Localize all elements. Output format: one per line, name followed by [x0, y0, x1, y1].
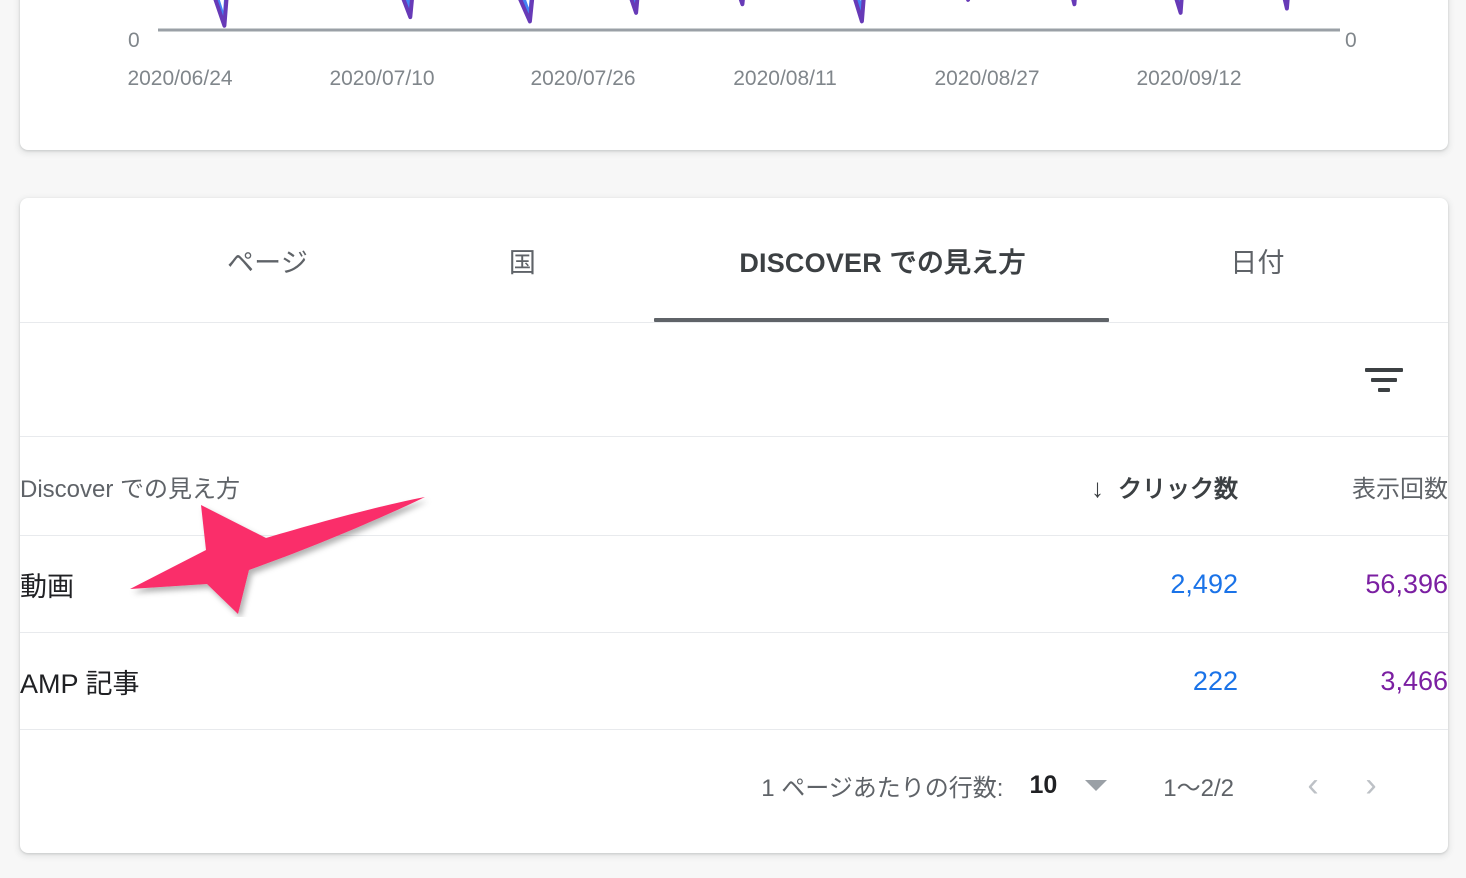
x-axis-tick-label: 2020/08/27 [934, 67, 1040, 90]
row-appearance-name[interactable]: 動画 [20, 535, 944, 633]
x-axis-tick-label: 2020/06/24 [127, 67, 233, 90]
tab-label: 日付 [1230, 247, 1285, 278]
chart-x-axis-ticks: 2020/06/24 2020/07/10 2020/07/26 2020/08/11… [20, 68, 1448, 98]
column-header-clicks-label: クリック数 [1117, 475, 1238, 503]
tab-countries[interactable]: 国 [415, 198, 630, 322]
chevron-down-icon[interactable] [1085, 779, 1108, 791]
tab-dates[interactable]: 日付 [1140, 198, 1375, 322]
performance-chart-card: 0 0 2020/06/24 2020/07/10 2020/07/26 2020/0… [20, 0, 1448, 150]
tab-label: 国 [508, 247, 537, 278]
row-clicks-value: 222 [943, 632, 1238, 730]
table-body: 動画 2,492 56,396 AMP 記事 222 3,466 [20, 535, 1448, 730]
tab-pages[interactable]: ページ [120, 198, 415, 322]
tab-label: ページ [226, 247, 309, 278]
column-header-clicks[interactable]: ↓ クリック数 [943, 437, 1238, 536]
series-line-clicks [215, 0, 1183, 24]
y-axis-zero-left: 0 [128, 29, 140, 52]
x-axis-tick-label: 2020/08/11 [733, 67, 837, 90]
discover-table-card: ページ 国 DISCOVER での見え方 日付 Discover での見え方 ↓ クリッ… [20, 198, 1448, 853]
column-header-impressions-label: 表示回数 [1352, 475, 1448, 503]
tab-label: DISCOVER での見え方 [739, 247, 1026, 278]
row-impressions-value: 56,396 [1237, 535, 1448, 633]
table-row[interactable]: AMP 記事 222 3,466 [20, 632, 1448, 730]
table-header: Discover での見え方 ↓ クリック数 表示回数 [20, 437, 1448, 536]
row-appearance-name[interactable]: AMP 記事 [20, 632, 944, 730]
table-pagination: 1 ページあたりの行数: 10 1〜2/2 ‹ › [20, 730, 1448, 840]
sort-descending-icon: ↓ [1090, 472, 1104, 503]
filter-bar-2 [1371, 377, 1397, 382]
rows-per-page-label: 1 ページあたりの行数: [761, 774, 1004, 802]
filter-bar-1 [1365, 367, 1403, 372]
row-impressions-value: 3,466 [1237, 632, 1448, 730]
rows-per-page-value[interactable]: 10 [1029, 771, 1057, 800]
performance-line-chart [158, 0, 1340, 32]
row-clicks-value: 2,492 [943, 535, 1238, 633]
next-page-button[interactable]: › [1342, 756, 1400, 814]
column-header-appearance-label: Discover での見え方 [20, 475, 241, 503]
table-header-row: Discover での見え方 ↓ クリック数 表示回数 [20, 437, 1448, 536]
dimension-tabs: ページ 国 DISCOVER での見え方 日付 [20, 198, 1448, 323]
filter-icon[interactable] [1365, 365, 1403, 395]
pagination-range: 1〜2/2 [1163, 774, 1234, 802]
y-axis-zero-right: 0 [1345, 29, 1357, 52]
table-toolbar [20, 323, 1448, 437]
x-axis-tick-label: 2020/07/26 [530, 67, 636, 90]
column-header-impressions[interactable]: 表示回数 [1237, 437, 1448, 536]
x-axis-tick-label: 2020/07/10 [329, 67, 435, 90]
active-tab-indicator [654, 318, 1109, 322]
column-header-appearance[interactable]: Discover での見え方 [20, 437, 944, 536]
previous-page-button[interactable]: ‹ [1284, 756, 1342, 814]
x-axis-tick-label: 2020/09/12 [1136, 67, 1242, 90]
filter-bar-3 [1378, 387, 1390, 392]
series-line-impressions [213, 0, 1290, 28]
table-row[interactable]: 動画 2,492 56,396 [20, 535, 1448, 633]
discover-appearance-table: Discover での見え方 ↓ クリック数 表示回数 動画 2,492 56,396… [20, 437, 1448, 730]
tab-discover-appearance[interactable]: DISCOVER での見え方 [615, 198, 1150, 322]
